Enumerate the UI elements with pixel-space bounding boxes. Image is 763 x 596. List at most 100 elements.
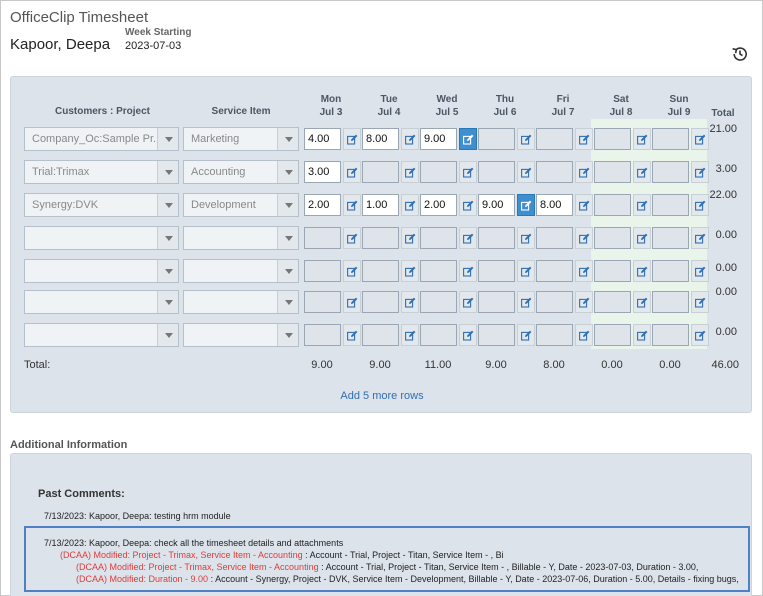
- hours-input-tue[interactable]: [362, 291, 399, 313]
- hours-input-mon[interactable]: [304, 291, 341, 313]
- customer-project-select[interactable]: [24, 226, 179, 250]
- hours-input-wed[interactable]: 9.00: [420, 128, 457, 150]
- hours-input-wed[interactable]: [420, 227, 457, 249]
- edit-details-button[interactable]: [459, 161, 477, 183]
- chevron-down-icon[interactable]: [157, 128, 178, 150]
- hours-input-fri[interactable]: [536, 291, 573, 313]
- hours-input-sun[interactable]: [652, 227, 689, 249]
- hours-input-thu[interactable]: [478, 128, 515, 150]
- hours-input-mon[interactable]: 3.00: [304, 161, 341, 183]
- edit-details-button[interactable]: [459, 194, 477, 216]
- chevron-down-icon[interactable]: [157, 227, 178, 249]
- hours-input-wed[interactable]: [420, 161, 457, 183]
- hours-input-sun[interactable]: [652, 128, 689, 150]
- customer-project-select[interactable]: Synergy:DVK: [24, 193, 179, 217]
- hours-input-sun[interactable]: [652, 291, 689, 313]
- hours-input-fri[interactable]: [536, 227, 573, 249]
- edit-details-button[interactable]: [575, 324, 593, 346]
- hours-input-tue[interactable]: 8.00: [362, 128, 399, 150]
- add-more-rows-link[interactable]: Add 5 more rows: [11, 390, 753, 402]
- edit-details-button[interactable]: [401, 128, 419, 150]
- edit-details-button[interactable]: [575, 128, 593, 150]
- edit-details-button[interactable]: [343, 161, 361, 183]
- edit-details-button[interactable]: [575, 291, 593, 313]
- edit-details-button[interactable]: [401, 324, 419, 346]
- chevron-down-icon[interactable]: [277, 194, 298, 216]
- edit-details-button[interactable]: [575, 161, 593, 183]
- hours-input-sun[interactable]: [652, 161, 689, 183]
- edit-details-button[interactable]: [517, 128, 535, 150]
- chevron-down-icon[interactable]: [277, 227, 298, 249]
- edit-details-button[interactable]: [575, 260, 593, 282]
- chevron-down-icon[interactable]: [277, 161, 298, 183]
- edit-details-button[interactable]: [633, 128, 651, 150]
- hours-input-sat[interactable]: [594, 161, 631, 183]
- history-icon[interactable]: [731, 45, 749, 63]
- chevron-down-icon[interactable]: [157, 324, 178, 346]
- edit-details-button[interactable]: [517, 324, 535, 346]
- hours-input-fri[interactable]: [536, 324, 573, 346]
- hours-input-thu[interactable]: [478, 227, 515, 249]
- edit-details-button[interactable]: [633, 324, 651, 346]
- edit-details-button[interactable]: [575, 227, 593, 249]
- edit-details-button[interactable]: [633, 161, 651, 183]
- edit-details-button[interactable]: [343, 324, 361, 346]
- service-item-select[interactable]: [183, 259, 299, 283]
- edit-details-button[interactable]: [633, 194, 651, 216]
- edit-details-button[interactable]: [633, 227, 651, 249]
- hours-input-wed[interactable]: [420, 324, 457, 346]
- edit-details-button[interactable]: [343, 227, 361, 249]
- customer-project-select[interactable]: [24, 323, 179, 347]
- edit-details-button[interactable]: [575, 194, 593, 216]
- chevron-down-icon[interactable]: [277, 260, 298, 282]
- hours-input-thu[interactable]: 9.00: [478, 194, 515, 216]
- hours-input-sun[interactable]: [652, 260, 689, 282]
- service-item-select[interactable]: Marketing: [183, 127, 299, 151]
- service-item-select[interactable]: [183, 290, 299, 314]
- chevron-down-icon[interactable]: [157, 194, 178, 216]
- edit-details-button[interactable]: [459, 324, 477, 346]
- hours-input-thu[interactable]: [478, 291, 515, 313]
- hours-input-sun[interactable]: [652, 324, 689, 346]
- hours-input-mon[interactable]: [304, 227, 341, 249]
- customer-project-select[interactable]: Trial:Trimax: [24, 160, 179, 184]
- edit-details-button[interactable]: [401, 194, 419, 216]
- service-item-select[interactable]: Accounting: [183, 160, 299, 184]
- edit-details-button[interactable]: [517, 161, 535, 183]
- hours-input-sat[interactable]: [594, 260, 631, 282]
- service-item-select[interactable]: [183, 323, 299, 347]
- edit-details-button[interactable]: [459, 260, 477, 282]
- edit-details-button[interactable]: [517, 194, 535, 216]
- chevron-down-icon[interactable]: [157, 291, 178, 313]
- edit-details-button[interactable]: [343, 260, 361, 282]
- customer-project-select[interactable]: [24, 259, 179, 283]
- service-item-select[interactable]: [183, 226, 299, 250]
- hours-input-thu[interactable]: [478, 324, 515, 346]
- edit-details-button[interactable]: [517, 227, 535, 249]
- customer-project-select[interactable]: Company_Oc:Sample Pr...: [24, 127, 179, 151]
- chevron-down-icon[interactable]: [157, 161, 178, 183]
- edit-details-button[interactable]: [401, 291, 419, 313]
- edit-details-button[interactable]: [633, 260, 651, 282]
- hours-input-fri[interactable]: 8.00: [536, 194, 573, 216]
- hours-input-mon[interactable]: [304, 260, 341, 282]
- edit-details-button[interactable]: [343, 128, 361, 150]
- hours-input-tue[interactable]: [362, 324, 399, 346]
- chevron-down-icon[interactable]: [277, 324, 298, 346]
- edit-details-button[interactable]: [401, 227, 419, 249]
- hours-input-sat[interactable]: [594, 227, 631, 249]
- hours-input-fri[interactable]: [536, 161, 573, 183]
- edit-details-button[interactable]: [401, 260, 419, 282]
- edit-details-button[interactable]: [459, 291, 477, 313]
- edit-details-button[interactable]: [633, 291, 651, 313]
- hours-input-fri[interactable]: [536, 260, 573, 282]
- hours-input-thu[interactable]: [478, 161, 515, 183]
- hours-input-mon[interactable]: [304, 324, 341, 346]
- edit-details-button[interactable]: [517, 291, 535, 313]
- edit-details-button[interactable]: [343, 194, 361, 216]
- hours-input-tue[interactable]: 1.00: [362, 194, 399, 216]
- edit-details-button[interactable]: [459, 227, 477, 249]
- edit-details-button[interactable]: [343, 291, 361, 313]
- hours-input-mon[interactable]: 4.00: [304, 128, 341, 150]
- hours-input-tue[interactable]: [362, 227, 399, 249]
